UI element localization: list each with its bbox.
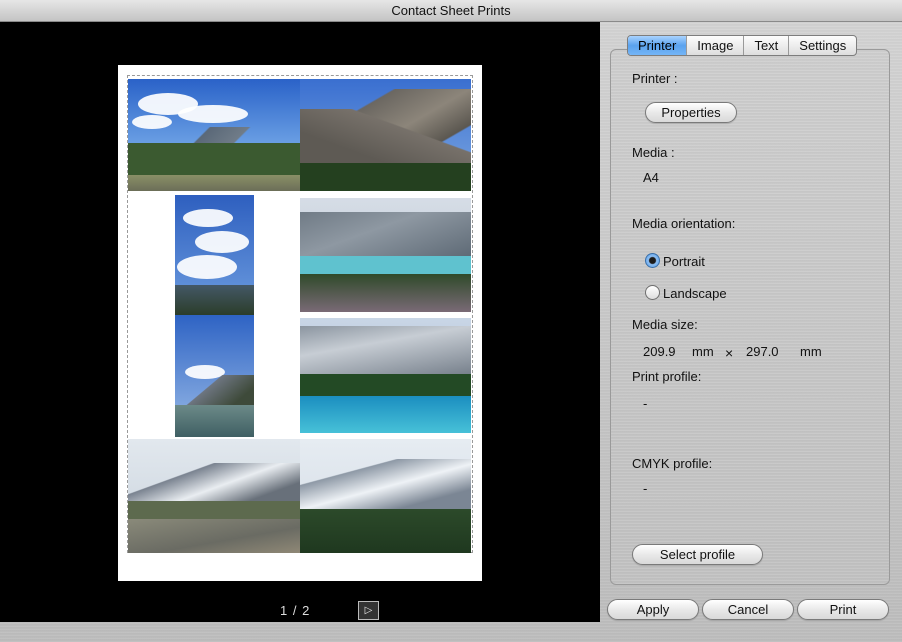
tab-image[interactable]: Image (687, 36, 745, 55)
cancel-button[interactable]: Cancel (702, 599, 794, 620)
page-indicator: 1 / 2 (280, 603, 310, 618)
thumbnail-sky-over-lake-portrait[interactable] (175, 315, 254, 437)
tab-text[interactable]: Text (744, 36, 790, 55)
media-width-value: 209.9 (643, 344, 676, 359)
portrait-radio[interactable] (645, 253, 660, 268)
media-height-unit: mm (800, 344, 822, 359)
properties-button[interactable]: Properties (645, 102, 737, 123)
cmyk-profile-value: - (643, 481, 648, 496)
cmyk-profile-label: CMYK profile: (632, 456, 713, 471)
preview-sheet (118, 65, 482, 581)
media-value: A4 (643, 170, 659, 185)
tab-settings[interactable]: Settings (789, 36, 856, 55)
current-page: 1 (280, 603, 289, 618)
next-arrow-icon: ▷ (364, 605, 373, 616)
next-page-button[interactable]: ▷ (358, 601, 379, 620)
thumbnail-cloudy-sky-portrait[interactable] (175, 195, 254, 315)
printer-label: Printer : (632, 71, 678, 86)
tab-bar: Printer Image Text Settings (627, 35, 858, 56)
tab-printer[interactable]: Printer (628, 36, 688, 55)
media-height-value: 297.0 (746, 344, 779, 359)
media-size-label: Media size: (632, 317, 698, 332)
thumbnail-snowy-range[interactable] (300, 439, 471, 553)
landscape-radio[interactable] (645, 285, 660, 300)
contact-sheet-window: Contact Sheet Prints 1 / 2 ▷ Printer Ima… (0, 0, 902, 642)
media-label: Media : (632, 145, 675, 160)
window-title: Contact Sheet Prints (0, 0, 902, 22)
print-preview: 1 / 2 ▷ (0, 22, 600, 622)
page-separator: / (292, 603, 298, 618)
thumbnail-glacier-highway[interactable] (128, 439, 300, 553)
thumbnail-rocky-peak[interactable] (300, 79, 471, 191)
orientation-label: Media orientation: (632, 216, 736, 231)
print-profile-label: Print profile: (632, 369, 702, 384)
page-navigator: 1 / 2 ▷ (0, 600, 600, 622)
select-profile-button[interactable]: Select profile (632, 544, 763, 565)
total-pages: 2 (302, 603, 311, 618)
landscape-label[interactable]: Landscape (663, 286, 727, 301)
thumbnail-moraine-lake[interactable] (300, 318, 471, 433)
apply-button[interactable]: Apply (607, 599, 699, 620)
thumbnail-turquoise-lake[interactable] (300, 198, 471, 312)
print-profile-value: - (643, 396, 648, 411)
print-button[interactable]: Print (797, 599, 889, 620)
media-width-unit: mm (692, 344, 714, 359)
thumbnail-mountain-meadow-road[interactable] (128, 79, 300, 191)
portrait-label[interactable]: Portrait (663, 254, 705, 269)
size-separator: × (725, 345, 734, 361)
